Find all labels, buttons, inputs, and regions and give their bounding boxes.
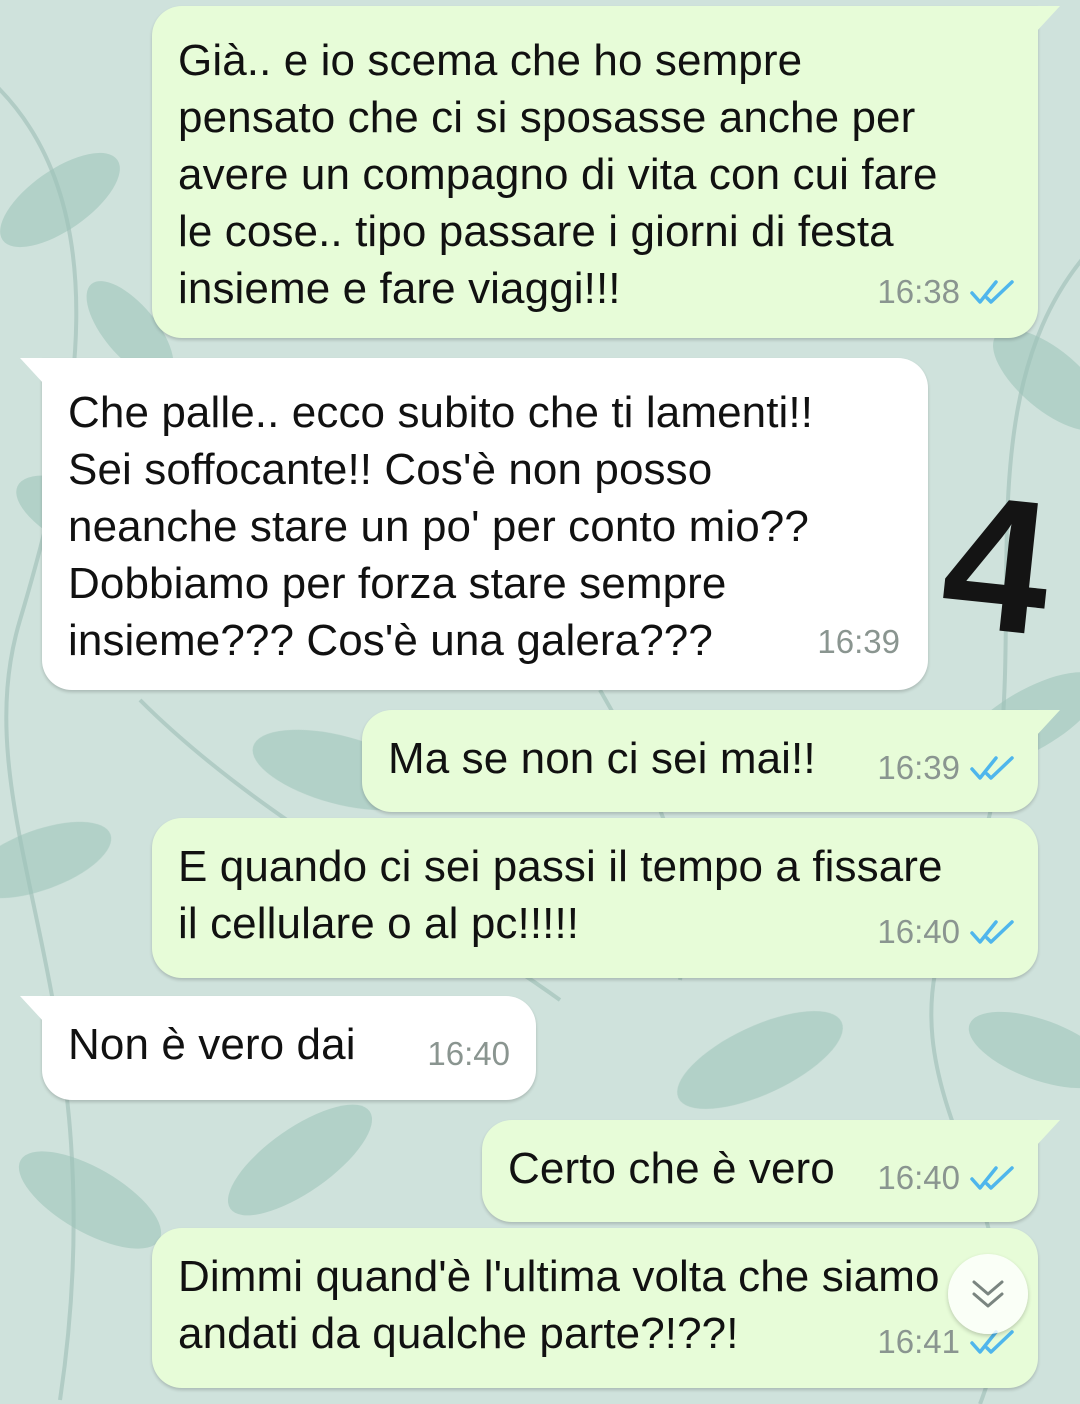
- message-bubble-outgoing[interactable]: Certo che è vero 16:40: [482, 1120, 1060, 1222]
- handwritten-number: 4: [933, 454, 1061, 676]
- message-bubble-outgoing[interactable]: Già.. e io scema che ho sempre pensato c…: [152, 6, 1060, 338]
- message-time: 16:39: [817, 623, 900, 660]
- message-time: 16:40: [427, 1035, 510, 1072]
- message-text: Ma se non ci sei mai!!: [388, 734, 816, 783]
- double-check-icon: [970, 1165, 1014, 1190]
- message-bubble-outgoing[interactable]: Ma se non ci sei mai!! 16:39: [362, 710, 1060, 812]
- message-time: 16:40: [877, 1159, 960, 1196]
- message-time: 16:38: [877, 273, 960, 310]
- double-check-icon: [970, 279, 1014, 304]
- message-bubble-incoming[interactable]: Che palle.. ecco subito che ti lamenti!!…: [20, 358, 928, 690]
- message-time: 16:41: [877, 1323, 960, 1360]
- message-text: Già.. e io scema che ho sempre pensato c…: [178, 36, 938, 313]
- message-text: Che palle.. ecco subito che ti lamenti!!…: [68, 388, 814, 665]
- double-check-icon: [970, 755, 1014, 780]
- message-time: 16:40: [877, 913, 960, 950]
- double-check-icon: [970, 919, 1014, 944]
- scroll-to-bottom-button[interactable]: [948, 1254, 1028, 1334]
- message-bubble-outgoing[interactable]: E quando ci sei passi il tempo a fissare…: [152, 818, 1038, 978]
- message-bubble-incoming[interactable]: Non è vero dai 16:40: [20, 996, 536, 1100]
- message-text: Dimmi quand'è l'ultima volta che siamo a…: [178, 1252, 940, 1358]
- message-text: Non è vero dai: [68, 1020, 356, 1069]
- message-text: E quando ci sei passi il tempo a fissare…: [178, 842, 943, 948]
- message-time: 16:39: [877, 749, 960, 786]
- message-text: Certo che è vero: [508, 1144, 835, 1193]
- chevron-down-icon: [972, 1280, 1004, 1308]
- message-bubble-outgoing[interactable]: Dimmi quand'è l'ultima volta che siamo a…: [152, 1228, 1038, 1388]
